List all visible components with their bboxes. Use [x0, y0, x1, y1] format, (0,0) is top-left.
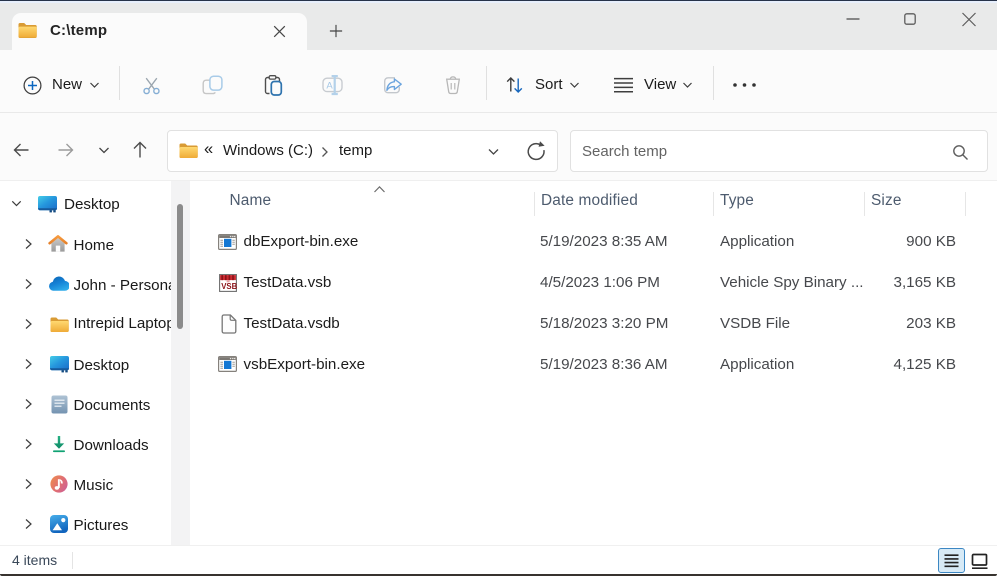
svg-text:A: A — [326, 80, 333, 91]
svg-text:VSB: VSB — [221, 282, 237, 291]
